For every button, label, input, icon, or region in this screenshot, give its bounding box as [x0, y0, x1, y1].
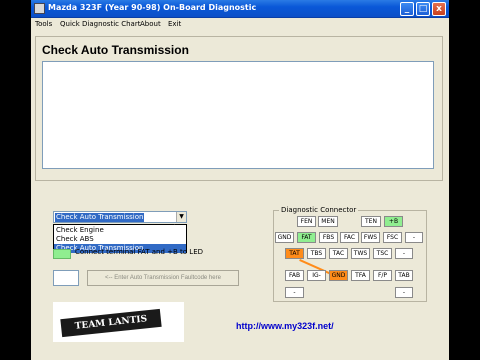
menu-quick-diagnostic-chart[interactable]: Quick Diagnostic Chart [60, 20, 140, 28]
app-icon [34, 3, 45, 14]
pin-ig-minus: IG- [307, 270, 326, 281]
pin-tfa: TFA [351, 270, 370, 281]
faultcode-input[interactable] [53, 270, 79, 286]
results-textarea[interactable] [42, 61, 434, 169]
pin-fbs: FBS [319, 232, 338, 243]
pin-tac: TAC [329, 248, 348, 259]
pin-fp: F/P [373, 270, 392, 281]
pin-fab: FAB [285, 270, 304, 281]
pin-fsc: FSC [383, 232, 402, 243]
pin-plus-b: +B [384, 216, 403, 227]
pin-tbs: TBS [307, 248, 326, 259]
pin-fac: FAC [340, 232, 359, 243]
menu-about[interactable]: About [140, 20, 161, 28]
chevron-down-icon[interactable]: ▼ [176, 212, 186, 222]
pin-fen: FEN [297, 216, 316, 227]
diagnostic-connector-title: Diagnostic Connector [279, 206, 359, 214]
menu-exit[interactable]: Exit [168, 20, 181, 28]
option-check-engine[interactable]: Check Engine [54, 226, 186, 235]
website-link[interactable]: http://www.my323f.net/ [236, 321, 334, 331]
pin-blank: - [395, 248, 413, 259]
pin-fat: FAT [297, 232, 316, 243]
enter-faultcode-button[interactable]: <-- Enter Auto Transmission Faultcode he… [87, 270, 239, 286]
menu-bar: Tools Quick Diagnostic Chart About Exit [31, 18, 449, 31]
title-bar[interactable]: Mazda 323F (Year 90-98) On-Board Diagnos… [31, 0, 449, 18]
option-check-abs[interactable]: Check ABS [54, 235, 186, 244]
logo-text: TEAM LANTIS [60, 308, 162, 338]
led-indicator [53, 249, 71, 259]
mode-select-value: Check Auto Transmission [55, 213, 145, 222]
window-title: Mazda 323F (Year 90-98) On-Board Diagnos… [48, 3, 257, 12]
mode-select[interactable]: Check Auto Transmission ▼ [53, 211, 187, 223]
pin-tsc: TSC [373, 248, 392, 259]
pin-blank: - [395, 287, 413, 298]
pin-ten: TEN [361, 216, 381, 227]
menu-tools[interactable]: Tools [35, 20, 52, 28]
pin-men: MEN [318, 216, 338, 227]
page-title: Check Auto Transmission [42, 43, 189, 57]
instruction-text: Connect terminal FAT and +B to LED [75, 248, 204, 256]
results-frame: Check Auto Transmission [35, 36, 443, 181]
pin-fws: FWS [361, 232, 380, 243]
pin-blank: - [285, 287, 304, 298]
close-button[interactable]: x [432, 2, 446, 16]
team-lantis-logo: TEAM LANTIS [53, 302, 184, 342]
pin-blank: - [405, 232, 423, 243]
pin-gnd-2: GND [329, 270, 348, 281]
pin-tab: TAB [395, 270, 413, 281]
minimize-button[interactable]: _ [400, 2, 414, 16]
pin-tat: TAT [285, 248, 304, 259]
maximize-button[interactable]: □ [416, 2, 430, 16]
pin-gnd: GND [275, 232, 294, 243]
pin-tws: TWS [351, 248, 370, 259]
